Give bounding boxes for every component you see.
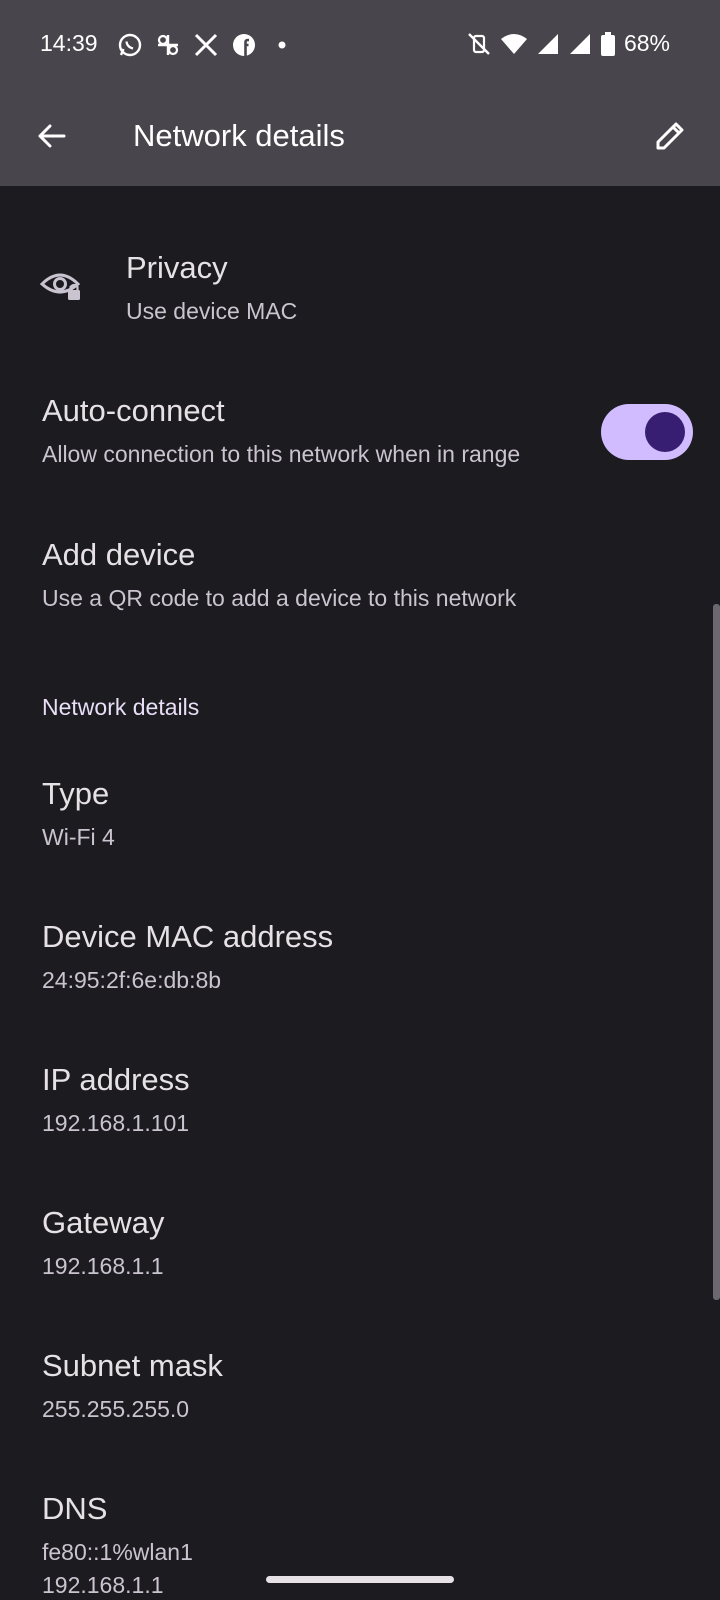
x-icon xyxy=(194,33,218,57)
privacy-subtitle: Use device MAC xyxy=(126,298,298,324)
app-bar: Network details xyxy=(0,90,720,186)
signal-icon xyxy=(569,33,590,54)
status-bar: 14:39 68% xyxy=(0,0,720,90)
threads-icon xyxy=(157,34,179,56)
ip-value: 192.168.1.101 xyxy=(42,1110,190,1136)
privacy-eye-lock-icon xyxy=(40,273,81,300)
status-time: 14:39 xyxy=(40,30,98,56)
battery-icon xyxy=(600,31,615,56)
wifi-icon xyxy=(500,33,527,54)
toggle-knob xyxy=(645,412,685,452)
battery-percentage: 68% xyxy=(623,30,670,56)
system-icons: 68% xyxy=(466,30,670,57)
dns-value-1: fe80::1%wlan1 xyxy=(42,1539,193,1565)
add-device-setting[interactable]: Add device Use a QR code to add a device… xyxy=(42,537,720,612)
subnet-label: Subnet mask xyxy=(42,1348,223,1383)
signal-icon xyxy=(537,33,558,54)
add-device-title: Add device xyxy=(42,537,196,572)
dot-icon xyxy=(278,41,286,49)
dns-label: DNS xyxy=(42,1491,108,1526)
facebook-icon xyxy=(233,34,255,56)
type-label: Type xyxy=(42,776,110,811)
whatsapp-icon xyxy=(118,33,142,57)
ip-detail: IP address 192.168.1.101 xyxy=(42,1062,720,1137)
subnet-value: 255.255.255.0 xyxy=(42,1396,190,1422)
top-bar: 14:39 68% Network details xyxy=(0,0,720,186)
privacy-setting[interactable]: Privacy Use device MAC xyxy=(126,250,720,325)
edit-pencil-icon[interactable] xyxy=(648,114,692,158)
scrollbar[interactable] xyxy=(713,604,720,1300)
gateway-label: Gateway xyxy=(42,1205,165,1240)
page-title: Network details xyxy=(133,118,345,153)
subnet-detail: Subnet mask 255.255.255.0 xyxy=(42,1348,720,1423)
ip-label: IP address xyxy=(42,1062,190,1097)
vibrate-off-icon xyxy=(468,32,490,55)
mac-detail: Device MAC address 24:95:2f:6e:db:8b xyxy=(42,919,720,994)
mac-value: 24:95:2f:6e:db:8b xyxy=(42,967,222,993)
gesture-nav-handle[interactable] xyxy=(266,1576,454,1583)
type-detail: Type Wi-Fi 4 xyxy=(42,776,720,851)
add-device-subtitle: Use a QR code to add a device to this ne… xyxy=(42,585,517,611)
auto-connect-toggle[interactable] xyxy=(601,404,693,460)
back-arrow-icon[interactable] xyxy=(30,114,74,158)
gateway-value: 192.168.1.1 xyxy=(42,1253,164,1279)
type-value: Wi-Fi 4 xyxy=(42,824,115,850)
notification-icons xyxy=(117,32,295,58)
network-details-header: Network details xyxy=(42,694,200,720)
gateway-detail: Gateway 192.168.1.1 xyxy=(42,1205,720,1280)
privacy-title: Privacy xyxy=(126,250,228,285)
mac-label: Device MAC address xyxy=(42,919,334,954)
